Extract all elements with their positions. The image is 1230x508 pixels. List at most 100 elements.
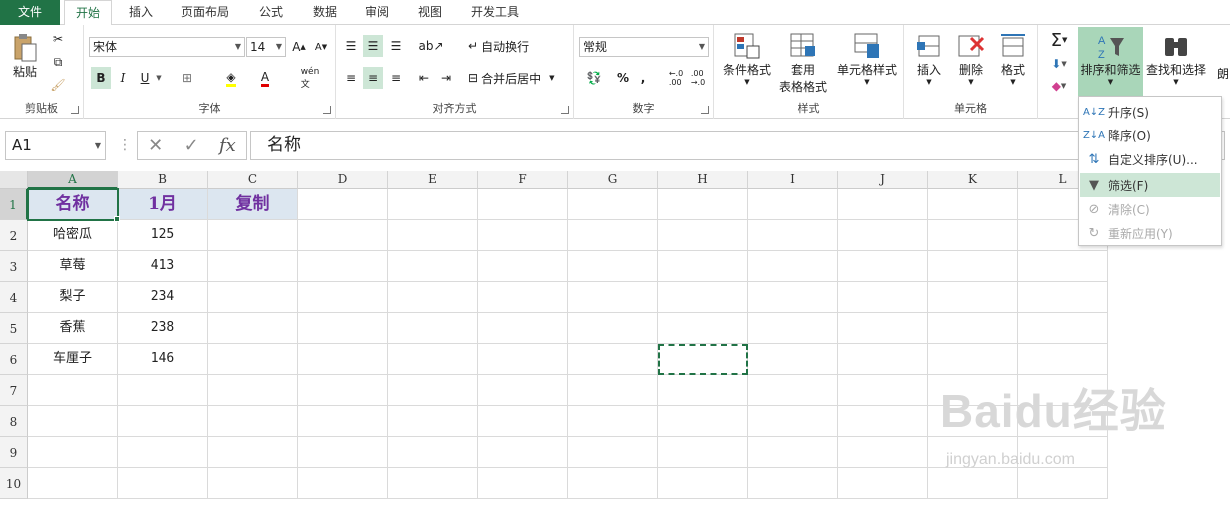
font-launcher-icon[interactable] (323, 106, 331, 114)
clipboard-launcher-icon[interactable] (71, 106, 79, 114)
cell-l10[interactable] (1018, 468, 1108, 499)
cell-b5[interactable]: 238 (118, 313, 208, 344)
copy-icon[interactable]: ⧉ (48, 52, 68, 72)
cell-j9[interactable] (838, 437, 928, 468)
cell-h8[interactable] (658, 406, 748, 437)
cell-i7[interactable] (748, 375, 838, 406)
borders-icon[interactable]: ⊞ (176, 67, 198, 89)
number-launcher-icon[interactable] (701, 106, 709, 114)
cell-d7[interactable] (298, 375, 388, 406)
cell-j4[interactable] (838, 282, 928, 313)
cell-styles-button[interactable]: 单元格样式 ▼ (832, 31, 902, 86)
cell-k3[interactable] (928, 251, 1018, 282)
paste-button[interactable]: 粘贴 (6, 33, 44, 80)
select-all-corner[interactable] (0, 171, 28, 189)
cell-f7[interactable] (478, 375, 568, 406)
row-header-5[interactable]: 5 (0, 313, 28, 344)
column-header-i[interactable]: I (748, 171, 838, 189)
cell-d1[interactable] (298, 189, 388, 220)
row-header-10[interactable]: 10 (0, 468, 28, 499)
cell-h5[interactable] (658, 313, 748, 344)
comma-button[interactable]: , (636, 67, 650, 89)
cell-i9[interactable] (748, 437, 838, 468)
cell-j8[interactable] (838, 406, 928, 437)
row-header-1[interactable]: 1 (0, 189, 28, 220)
decrease-indent-icon[interactable]: ⇤ (414, 67, 434, 89)
cell-l3[interactable] (1018, 251, 1108, 282)
wrap-text-button[interactable]: ↵ 自动换行 (468, 35, 548, 57)
cell-j5[interactable] (838, 313, 928, 344)
cell-d6[interactable] (298, 344, 388, 375)
cell-c9[interactable] (208, 437, 298, 468)
cell-g3[interactable] (568, 251, 658, 282)
cell-c10[interactable] (208, 468, 298, 499)
row-header-6[interactable]: 6 (0, 344, 28, 375)
cell-e2[interactable] (388, 220, 478, 251)
cell-l4[interactable] (1018, 282, 1108, 313)
align-right-icon[interactable]: ≡ (386, 67, 406, 89)
cell-c5[interactable] (208, 313, 298, 344)
cell-f1[interactable] (478, 189, 568, 220)
cell-b4[interactable]: 234 (118, 282, 208, 313)
tab-view[interactable]: 视图 (407, 0, 453, 25)
cell-a8[interactable] (28, 406, 118, 437)
increase-font-icon[interactable]: A ▲ (290, 37, 308, 57)
cell-h10[interactable] (658, 468, 748, 499)
column-header-f[interactable]: F (478, 171, 568, 189)
column-header-b[interactable]: B (118, 171, 208, 189)
cell-h2[interactable] (658, 220, 748, 251)
cell-i6[interactable] (748, 344, 838, 375)
cell-a6[interactable]: 车厘子 (28, 344, 118, 375)
cell-k1[interactable] (928, 189, 1018, 220)
cell-b10[interactable] (118, 468, 208, 499)
align-bottom-icon[interactable]: ☰ (386, 35, 406, 57)
cut-icon[interactable]: ✂ (48, 29, 68, 49)
cell-c1[interactable]: 复制 (208, 189, 298, 220)
cell-l6[interactable] (1018, 344, 1108, 375)
cell-a10[interactable] (28, 468, 118, 499)
chevron-down-icon[interactable]: ▼ (154, 67, 164, 89)
sort-descending-item[interactable]: Z↓A 降序(O) (1080, 123, 1220, 147)
cell-g8[interactable] (568, 406, 658, 437)
cell-k4[interactable] (928, 282, 1018, 313)
fill-color-icon[interactable]: ◈ (220, 67, 242, 89)
cell-f6[interactable] (478, 344, 568, 375)
cell-e6[interactable] (388, 344, 478, 375)
cell-g6[interactable] (568, 344, 658, 375)
merge-center-button[interactable]: ⊟ 合并后居中 ▼ (468, 67, 568, 89)
cell-j10[interactable] (838, 468, 928, 499)
cell-c2[interactable] (208, 220, 298, 251)
cell-g4[interactable] (568, 282, 658, 313)
cell-e1[interactable] (388, 189, 478, 220)
tab-home[interactable]: 开始 (64, 0, 112, 26)
more-editing-label[interactable]: 朗 (1216, 63, 1230, 83)
cell-g7[interactable] (568, 375, 658, 406)
row-header-8[interactable]: 8 (0, 406, 28, 437)
cell-b2[interactable]: 125 (118, 220, 208, 251)
cell-i1[interactable] (748, 189, 838, 220)
cell-c3[interactable] (208, 251, 298, 282)
percent-button[interactable]: % (614, 67, 632, 89)
cell-j1[interactable] (838, 189, 928, 220)
cell-j2[interactable] (838, 220, 928, 251)
tab-file[interactable]: 文件 (0, 0, 60, 25)
autosum-icon[interactable]: Σ ▼ (1042, 29, 1076, 51)
align-center-icon[interactable]: ≡ (363, 67, 383, 89)
cell-h1[interactable] (658, 189, 748, 220)
tab-insert[interactable]: 插入 (118, 0, 164, 25)
increase-decimal-icon[interactable]: ←.0.00 (666, 67, 686, 89)
row-header-4[interactable]: 4 (0, 282, 28, 313)
tab-developer[interactable]: 开发工具 (462, 0, 528, 25)
align-left-icon[interactable]: ≡ (341, 67, 361, 89)
cancel-icon[interactable]: ✕ (148, 135, 163, 156)
row-header-9[interactable]: 9 (0, 437, 28, 468)
name-box[interactable]: A1 ▼ (5, 131, 106, 160)
cell-h9[interactable] (658, 437, 748, 468)
cell-a2[interactable]: 哈密瓜 (28, 220, 118, 251)
cell-f5[interactable] (478, 313, 568, 344)
align-middle-icon[interactable]: ☰ (363, 35, 383, 57)
currency-icon[interactable]: 💱 (580, 67, 608, 89)
cell-b8[interactable] (118, 406, 208, 437)
cell-a5[interactable]: 香蕉 (28, 313, 118, 344)
cell-k5[interactable] (928, 313, 1018, 344)
